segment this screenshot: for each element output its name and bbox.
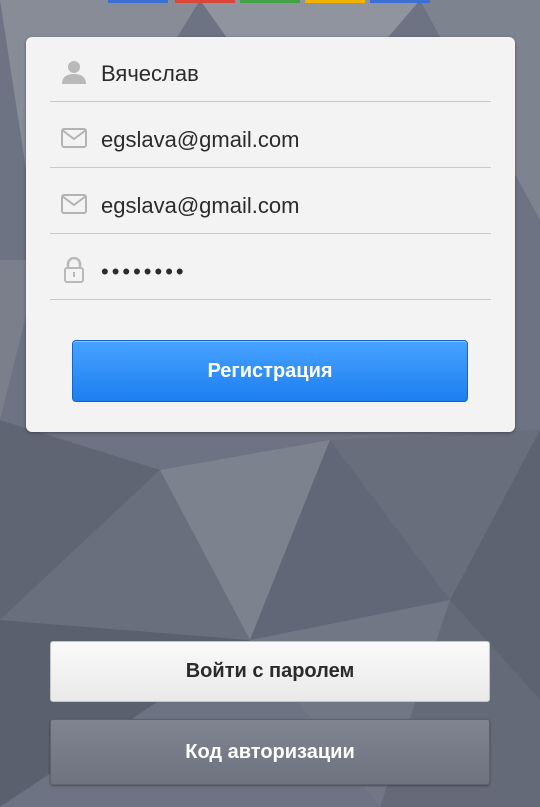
email-confirm-value: egslava@gmail.com	[101, 193, 300, 218]
envelope-icon	[60, 124, 88, 152]
name-value: Вячеслав	[101, 61, 199, 86]
email-confirm-field[interactable]: egslava@gmail.com	[50, 174, 491, 234]
email-field[interactable]: egslava@gmail.com	[50, 108, 491, 168]
auth-code-button[interactable]: Код авторизации	[50, 719, 490, 785]
login-with-password-button[interactable]: Войти с паролем	[50, 641, 490, 702]
envelope-icon	[60, 190, 88, 218]
registration-card: Вячеслав egslava@gmail.com egslava@gmail…	[26, 37, 515, 432]
top-color-strip	[0, 0, 540, 3]
register-button[interactable]: Регистрация	[72, 340, 468, 402]
email-value: egslava@gmail.com	[101, 127, 300, 152]
lock-icon	[60, 256, 88, 284]
person-icon	[60, 58, 88, 86]
name-field[interactable]: Вячеслав	[50, 42, 491, 102]
password-value: ••••••••	[101, 259, 187, 284]
password-field[interactable]: ••••••••	[50, 240, 491, 300]
